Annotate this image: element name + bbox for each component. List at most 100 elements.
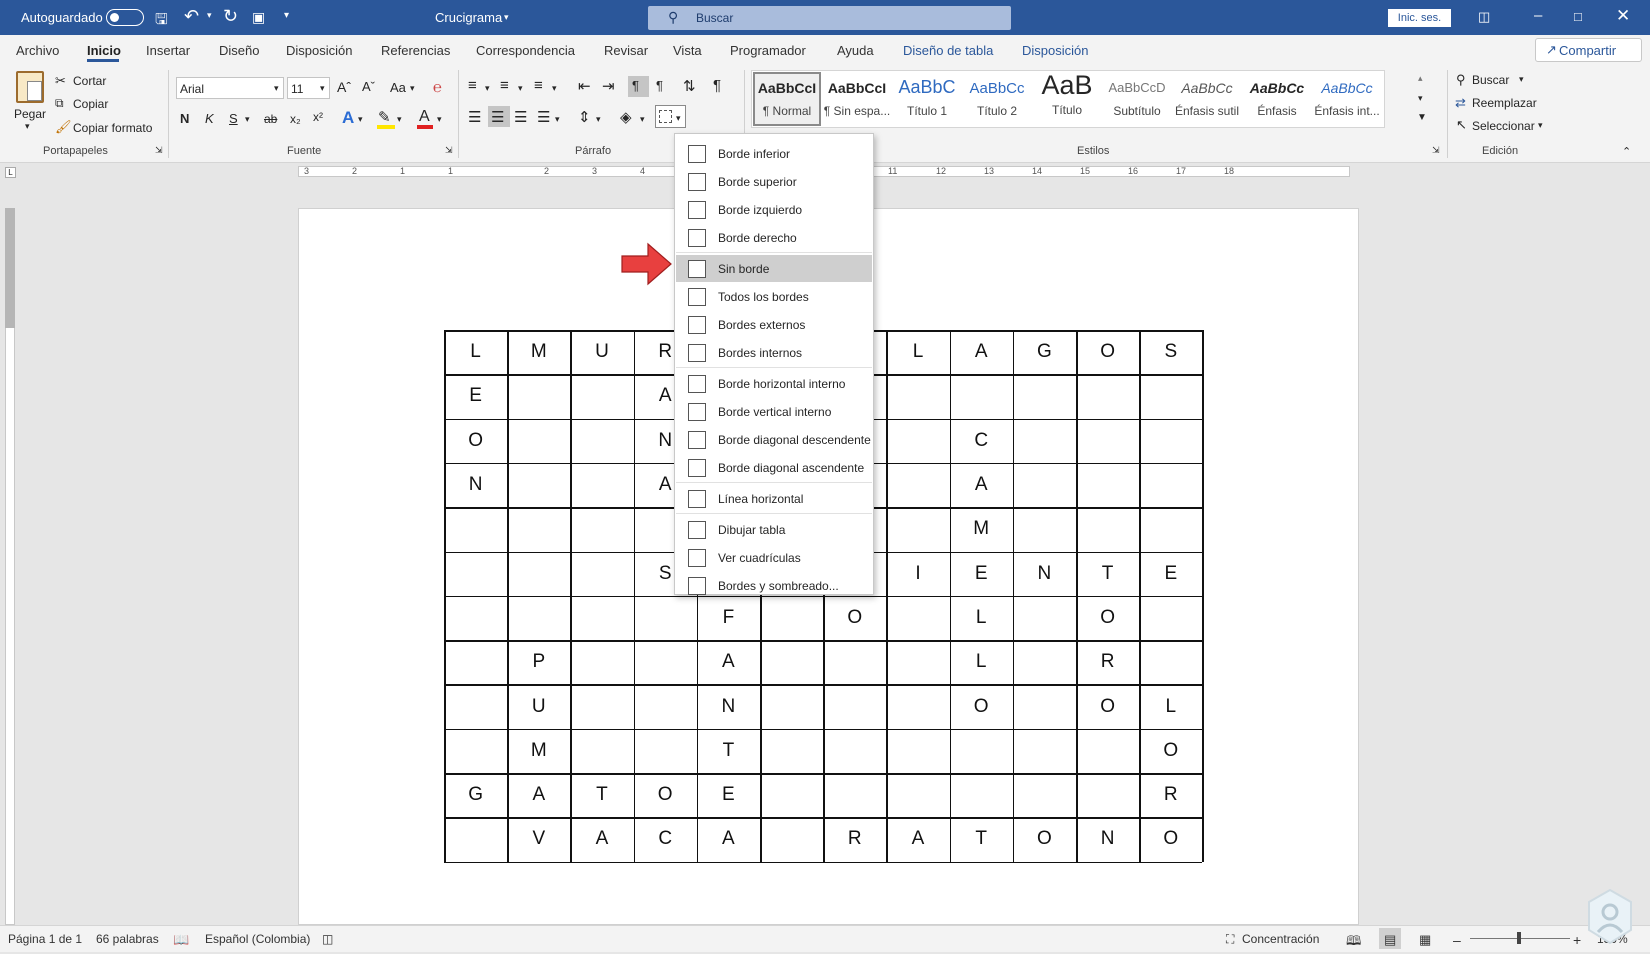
crossword-cell[interactable]: O xyxy=(1139,817,1202,861)
undo-dropdown-icon[interactable]: ▾ xyxy=(207,10,212,21)
font-color-chevron-icon[interactable]: ▾ xyxy=(437,114,442,125)
proofing-icon[interactable]: 📖 xyxy=(173,932,189,948)
crossword-cell[interactable] xyxy=(760,596,823,640)
document-name[interactable]: Crucigrama xyxy=(435,10,502,25)
crossword-cell[interactable] xyxy=(886,640,949,684)
crossword-cell[interactable] xyxy=(1076,773,1139,817)
crossword-cell[interactable] xyxy=(507,463,570,507)
customize-qat-icon[interactable]: ▾ xyxy=(284,10,289,21)
crossword-cell[interactable]: A xyxy=(950,330,1013,374)
crossword-cell[interactable]: A xyxy=(886,817,949,861)
menu-item-all-borders[interactable]: Todos los bordes xyxy=(676,283,872,310)
crossword-cell[interactable] xyxy=(444,596,507,640)
borders-chevron-icon[interactable]: ▾ xyxy=(676,113,681,124)
crossword-cell[interactable] xyxy=(507,552,570,596)
tab-vista[interactable]: Vista xyxy=(673,43,702,58)
crossword-cell[interactable]: A xyxy=(570,817,633,861)
crossword-cell[interactable] xyxy=(950,773,1013,817)
crossword-cell[interactable]: U xyxy=(507,684,570,728)
crossword-cell[interactable]: O xyxy=(1076,596,1139,640)
crossword-cell[interactable]: P xyxy=(507,640,570,684)
crossword-cell[interactable]: L xyxy=(950,640,1013,684)
style-intense-emphasis[interactable]: AaBbCc Énfasis int... xyxy=(1312,70,1382,126)
styles-scroll-up-icon[interactable]: ▴ xyxy=(1418,73,1423,84)
crossword-cell[interactable] xyxy=(1076,729,1139,773)
focus-icon[interactable]: ⛶ xyxy=(1226,932,1234,947)
crossword-cell[interactable]: E xyxy=(950,552,1013,596)
crossword-cell[interactable]: L xyxy=(444,330,507,374)
doc-name-chevron-icon[interactable]: ▾ xyxy=(504,12,509,23)
crossword-cell[interactable] xyxy=(570,640,633,684)
change-case-button[interactable]: Aa xyxy=(390,80,406,95)
highlight-chevron-icon[interactable]: ▾ xyxy=(397,114,402,125)
find-chevron-icon[interactable]: ▾ xyxy=(1519,74,1524,85)
shading-chevron-icon[interactable]: ▾ xyxy=(640,114,645,125)
crossword-cell[interactable] xyxy=(570,552,633,596)
crossword-cell[interactable]: N xyxy=(444,463,507,507)
crossword-cell[interactable]: O xyxy=(634,773,697,817)
tab-disposicion-tabla[interactable]: Disposición xyxy=(1022,43,1088,58)
crossword-cell[interactable] xyxy=(1013,419,1076,463)
crossword-cell[interactable]: T xyxy=(1076,552,1139,596)
crossword-cell[interactable]: E xyxy=(1139,552,1202,596)
crossword-cell[interactable] xyxy=(570,596,633,640)
tab-archivo[interactable]: Archivo xyxy=(16,43,59,58)
crossword-cell[interactable] xyxy=(1013,596,1076,640)
tab-revisar[interactable]: Revisar xyxy=(604,43,648,58)
crossword-cell[interactable]: T xyxy=(950,817,1013,861)
menu-item-border-right[interactable]: Borde derecho xyxy=(676,224,872,251)
crossword-cell[interactable] xyxy=(886,374,949,418)
rtl-icon[interactable]: ¶ xyxy=(656,78,663,93)
crossword-cell[interactable] xyxy=(1139,596,1202,640)
crossword-cell[interactable] xyxy=(570,684,633,728)
crossword-cell[interactable] xyxy=(823,773,886,817)
crossword-cell[interactable]: O xyxy=(444,419,507,463)
crossword-cell[interactable]: R xyxy=(1076,640,1139,684)
format-painter-button[interactable]: Copiar formato xyxy=(73,121,152,135)
italic-button[interactable]: K xyxy=(205,111,214,126)
bullets-chevron-icon[interactable]: ▾ xyxy=(485,83,490,94)
zoom-out-icon[interactable]: – xyxy=(1453,932,1461,948)
menu-item-border-left[interactable]: Borde izquierdo xyxy=(676,196,872,223)
tab-programador[interactable]: Programador xyxy=(730,43,806,58)
word-count[interactable]: 66 palabras xyxy=(96,932,159,946)
crossword-cell[interactable] xyxy=(1076,419,1139,463)
numbering-icon[interactable]: ≡ xyxy=(500,77,509,94)
crossword-cell[interactable]: V xyxy=(507,817,570,861)
crossword-cell[interactable] xyxy=(760,640,823,684)
crossword-cell[interactable] xyxy=(634,640,697,684)
crossword-cell[interactable] xyxy=(1139,374,1202,418)
crossword-cell[interactable]: N xyxy=(1013,552,1076,596)
crossword-cell[interactable]: A xyxy=(950,463,1013,507)
tab-insertar[interactable]: Insertar xyxy=(146,43,190,58)
crossword-cell[interactable]: R xyxy=(1139,773,1202,817)
copy-button[interactable]: Copiar xyxy=(73,97,108,111)
justify-icon[interactable]: ☰ xyxy=(537,108,550,126)
line-spacing-icon[interactable]: ⇕ xyxy=(578,108,591,126)
shading-icon[interactable]: ◈ xyxy=(620,108,632,126)
crossword-cell[interactable]: E xyxy=(697,773,760,817)
multilevel-chevron-icon[interactable]: ▾ xyxy=(552,83,557,94)
cut-button[interactable]: Cortar xyxy=(73,74,106,88)
crossword-cell[interactable] xyxy=(444,552,507,596)
superscript-button[interactable]: x² xyxy=(313,110,323,124)
menu-item-inside-horizontal-border[interactable]: Borde horizontal interno xyxy=(676,370,872,397)
crossword-cell[interactable] xyxy=(886,463,949,507)
crossword-cell[interactable]: N xyxy=(697,684,760,728)
collapse-ribbon-icon[interactable]: ⌃ xyxy=(1622,145,1631,158)
close-icon[interactable]: ✕ xyxy=(1616,6,1630,26)
styles-launcher-icon[interactable]: ⇲ xyxy=(1432,145,1440,156)
crossword-cell[interactable] xyxy=(444,729,507,773)
crossword-cell[interactable]: A xyxy=(697,640,760,684)
style-heading1[interactable]: AaBbC Título 1 xyxy=(892,70,962,126)
crossword-cell[interactable] xyxy=(570,507,633,551)
crossword-cell[interactable] xyxy=(444,640,507,684)
style-title[interactable]: AaB Título xyxy=(1032,70,1102,126)
line-spacing-chevron-icon[interactable]: ▾ xyxy=(596,114,601,125)
highlight-icon[interactable]: ✎ xyxy=(378,108,391,126)
style-normal[interactable]: AaBbCcI ¶ Normal xyxy=(752,70,822,126)
autosave-toggle[interactable] xyxy=(106,9,144,26)
crossword-cell[interactable]: I xyxy=(886,552,949,596)
tab-ayuda[interactable]: Ayuda xyxy=(837,43,874,58)
menu-item-horizontal-line[interactable]: Línea horizontal xyxy=(676,485,872,512)
